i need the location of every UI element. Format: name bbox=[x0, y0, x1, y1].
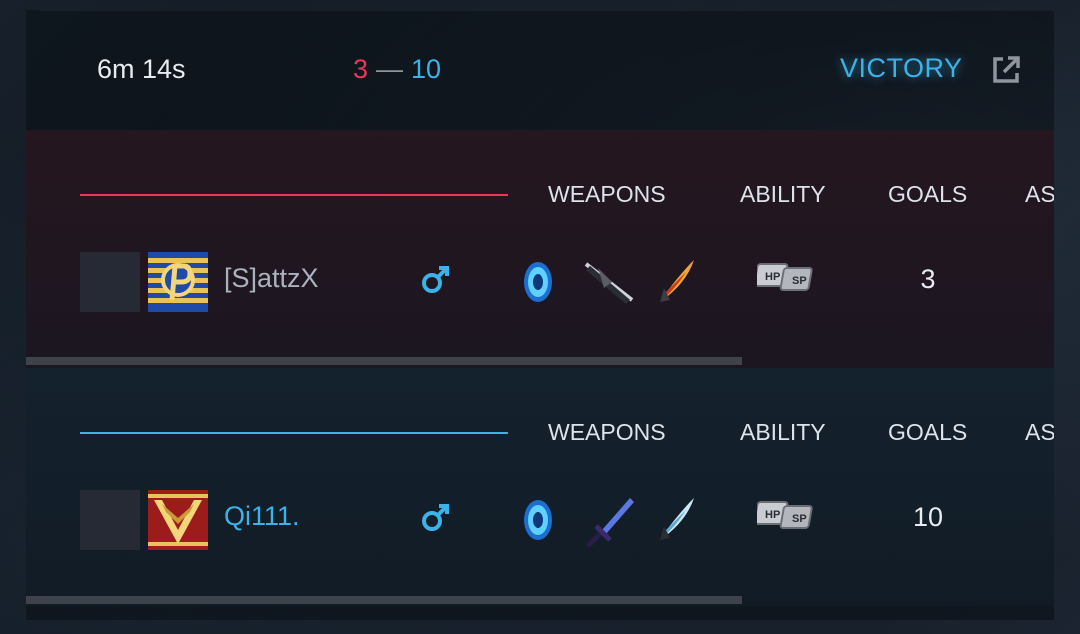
match-summary: 6m 14s 3—10 VICTORY bbox=[26, 10, 1054, 130]
team-blue: WEAPONS ABILITY GOALS AS Qi111. HP SP 10 bbox=[26, 368, 1054, 606]
scrollbar-thumb[interactable] bbox=[26, 596, 742, 604]
scrollbar-thumb[interactable] bbox=[26, 357, 742, 365]
hp-sp-ability-icon[interactable]: HP SP bbox=[753, 501, 815, 529]
player-name[interactable]: Qi111. bbox=[224, 501, 300, 532]
svg-text:SP: SP bbox=[792, 275, 807, 287]
svg-text:SP: SP bbox=[792, 513, 807, 525]
svg-text:HP: HP bbox=[765, 271, 780, 283]
svg-text:HP: HP bbox=[765, 509, 780, 521]
avatar[interactable] bbox=[80, 252, 140, 312]
male-symbol-icon bbox=[420, 263, 452, 295]
goals-value: 10 bbox=[912, 502, 944, 532]
score-separator: — bbox=[376, 54, 404, 84]
column-header-assists: AS bbox=[1025, 181, 1054, 207]
column-header-weapons: WEAPONS bbox=[548, 181, 666, 207]
team-red-divider bbox=[80, 194, 508, 196]
hp-sp-ability-icon[interactable]: HP SP bbox=[753, 263, 815, 291]
team-red: WEAPONS ABILITY GOALS AS [S]attzX HP SP … bbox=[26, 130, 1054, 368]
column-header-goals: GOALS bbox=[888, 181, 968, 207]
score-red: 3 bbox=[353, 54, 369, 84]
ice-claw-icon[interactable] bbox=[656, 496, 696, 544]
match-result: VICTORY bbox=[840, 53, 963, 83]
purple-sword-icon[interactable] bbox=[582, 496, 634, 548]
column-header-weapons: WEAPONS bbox=[548, 419, 666, 445]
column-header-ability: ABILITY bbox=[740, 419, 826, 445]
match-duration: 6m 14s bbox=[97, 54, 186, 84]
avatar[interactable] bbox=[80, 490, 140, 550]
player-name[interactable]: [S]attzX bbox=[224, 263, 319, 294]
blue-orb-shield-icon[interactable] bbox=[520, 258, 560, 306]
column-header-goals: GOALS bbox=[888, 419, 968, 445]
external-link-icon[interactable] bbox=[990, 54, 1022, 86]
goals-value: 3 bbox=[920, 264, 936, 294]
fire-claw-icon[interactable] bbox=[656, 258, 696, 306]
team-blue-divider bbox=[80, 432, 508, 434]
column-header-assists: AS bbox=[1025, 419, 1054, 445]
dark-chain-blade-icon[interactable] bbox=[582, 258, 634, 306]
score-blue: 10 bbox=[411, 54, 442, 84]
male-symbol-icon bbox=[420, 501, 452, 533]
column-header-ability: ABILITY bbox=[740, 181, 826, 207]
gold-chevron-emblem-icon[interactable] bbox=[148, 490, 208, 550]
gold-p-emblem-icon[interactable] bbox=[148, 252, 208, 312]
match-score: 3—10 bbox=[353, 54, 441, 85]
blue-orb-shield-icon[interactable] bbox=[520, 496, 560, 544]
